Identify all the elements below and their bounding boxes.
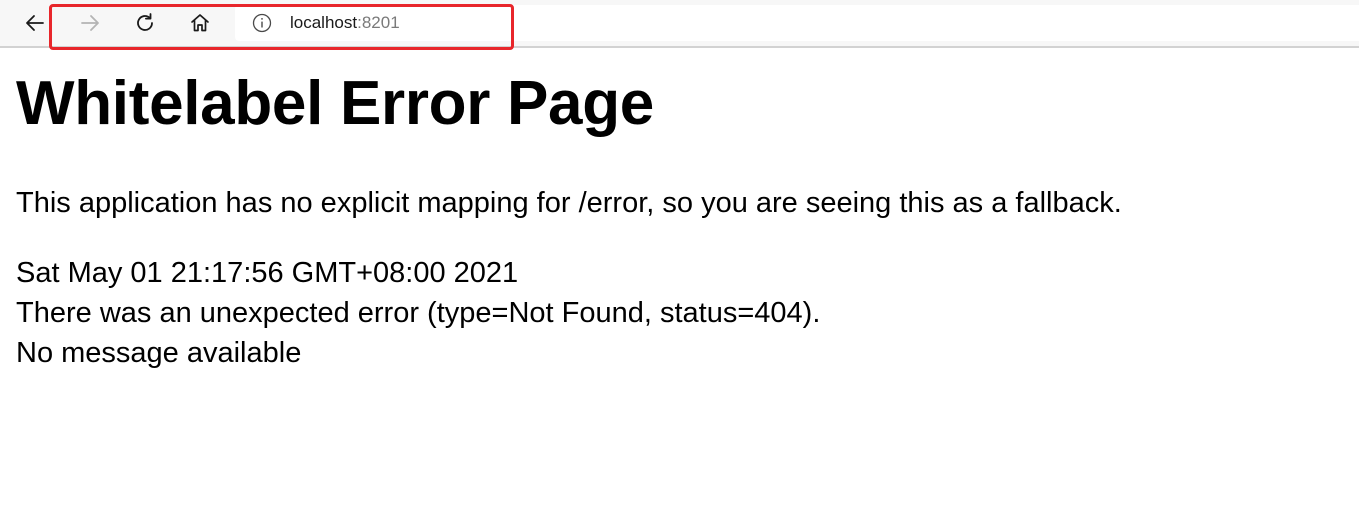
info-icon[interactable] [252, 13, 272, 33]
forward-arrow-icon [81, 15, 99, 31]
url-text[interactable]: localhost:8201 [290, 13, 400, 33]
error-status-line: There was an unexpected error (type=Not … [16, 297, 821, 329]
refresh-icon [137, 13, 153, 31]
home-icon [191, 14, 209, 32]
home-button[interactable] [184, 7, 216, 39]
url-host: localhost [290, 13, 358, 32]
address-bar[interactable]: localhost:8201 [235, 5, 1359, 41]
refresh-button[interactable] [129, 7, 161, 39]
error-details: Sat May 01 21:17:56 GMT+08:00 2021 There… [16, 253, 820, 373]
forward-button[interactable] [74, 7, 106, 39]
browser-toolbar: localhost:8201 [0, 0, 1359, 48]
back-button[interactable] [19, 7, 51, 39]
error-timestamp: Sat May 01 21:17:56 GMT+08:00 2021 [16, 257, 519, 289]
error-message: No message available [16, 337, 302, 369]
url-port: :8201 [357, 13, 400, 32]
back-arrow-icon [26, 15, 44, 31]
page-title: Whitelabel Error Page [16, 69, 654, 138]
page-content: Whitelabel Error Page This application h… [16, 66, 1346, 369]
intro-text: This application has no explicit mapping… [16, 187, 1122, 219]
